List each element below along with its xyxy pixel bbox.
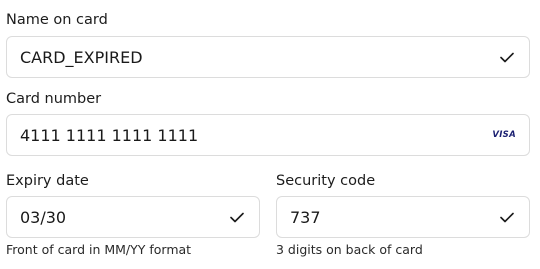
security-code-field[interactable]: 737 xyxy=(276,196,530,238)
check-icon xyxy=(497,207,517,227)
check-icon xyxy=(497,47,517,67)
security-code-label: Security code xyxy=(276,173,376,189)
check-icon xyxy=(227,207,247,227)
card-number-value: 4111 1111 1111 1111 xyxy=(20,125,199,145)
visa-icon: VISA xyxy=(492,130,516,140)
name-on-card-value: CARD_EXPIRED xyxy=(20,47,143,67)
expiry-date-field[interactable]: 03/30 xyxy=(6,196,260,238)
name-on-card-field[interactable]: CARD_EXPIRED xyxy=(6,36,530,78)
name-on-card-label: Name on card xyxy=(6,12,108,28)
card-number-field[interactable]: 4111 1111 1111 1111 VISA xyxy=(6,114,530,156)
security-code-hint: 3 digits on back of card xyxy=(276,242,423,257)
expiry-date-value: 03/30 xyxy=(20,207,67,227)
card-number-label: Card number xyxy=(6,91,102,107)
expiry-date-hint: Front of card in MM/YY format xyxy=(6,242,192,257)
security-code-value: 737 xyxy=(290,207,321,227)
expiry-date-label: Expiry date xyxy=(6,173,89,189)
